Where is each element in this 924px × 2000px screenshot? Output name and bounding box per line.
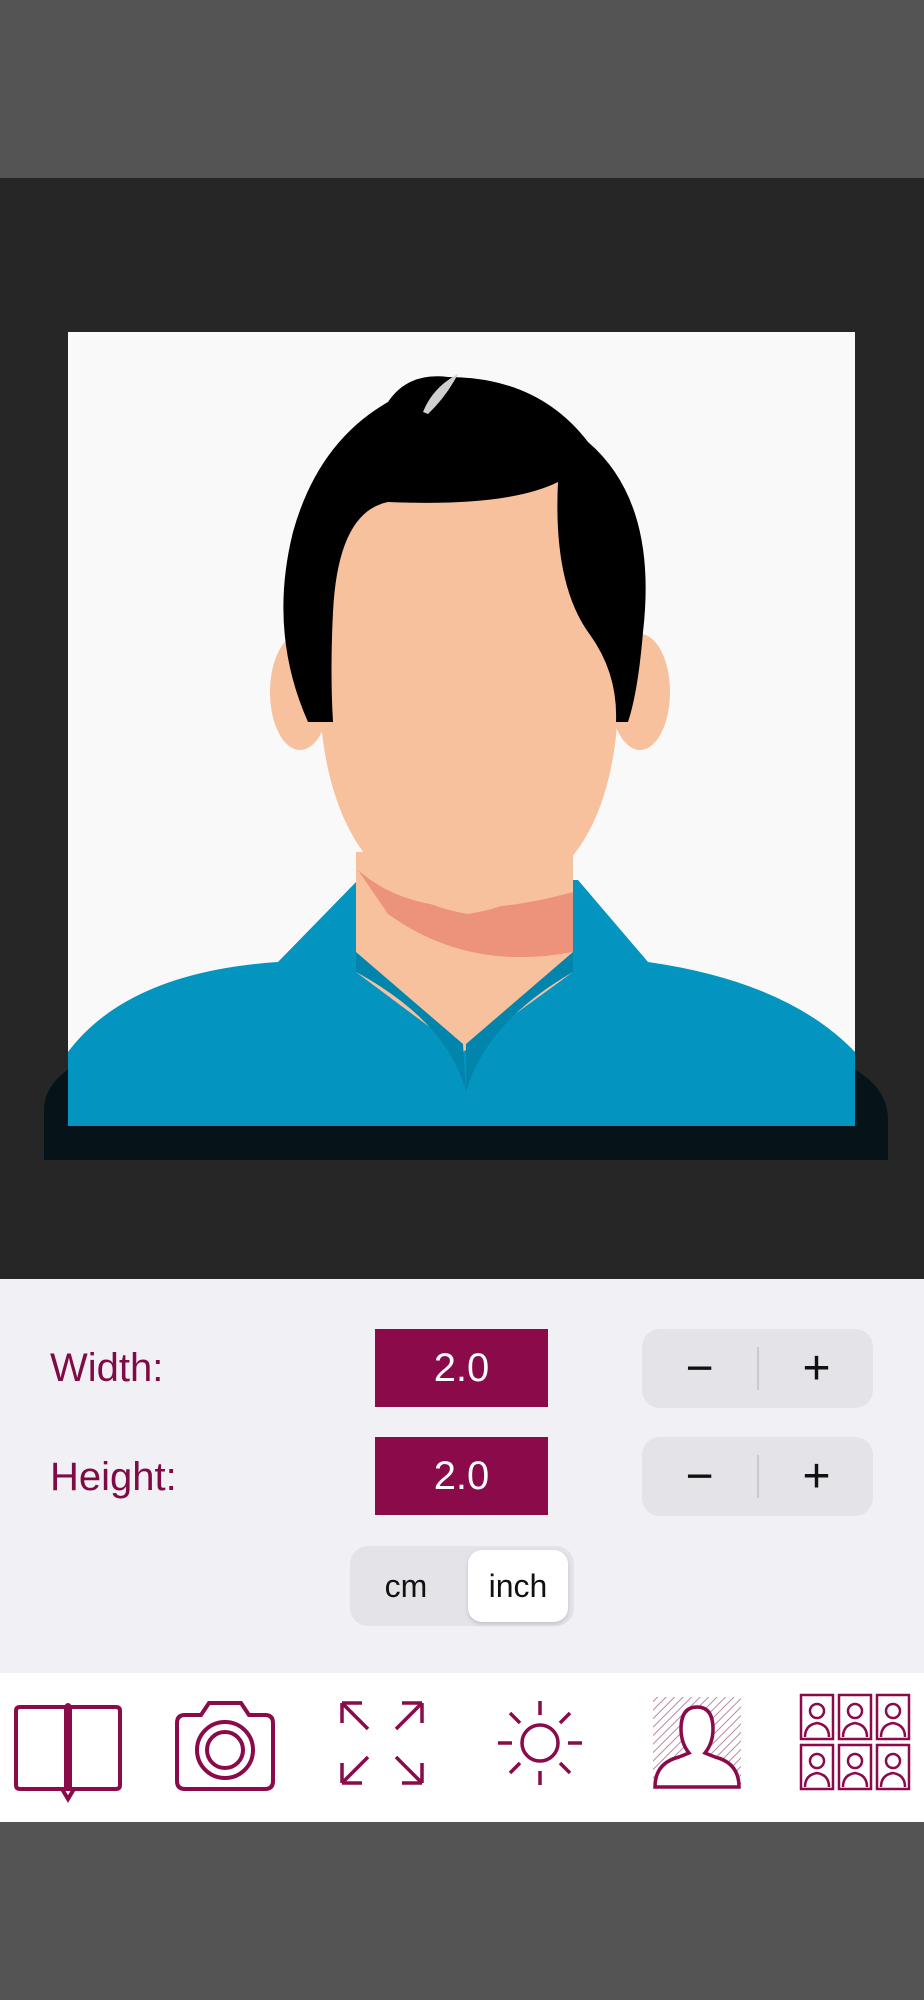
unit-option-inch[interactable]: inch bbox=[468, 1550, 568, 1622]
height-stepper: − + bbox=[642, 1437, 873, 1516]
passport-photo-preview[interactable] bbox=[68, 332, 855, 1126]
unit-option-cm[interactable]: cm bbox=[354, 1550, 458, 1622]
width-decrement-button[interactable]: − bbox=[642, 1329, 757, 1408]
brightness-icon[interactable] bbox=[480, 1683, 600, 1803]
width-increment-button[interactable]: + bbox=[759, 1329, 874, 1408]
resize-icon[interactable] bbox=[322, 1683, 442, 1803]
height-value[interactable]: 2.0 bbox=[375, 1437, 548, 1515]
book-icon[interactable] bbox=[8, 1683, 128, 1803]
height-decrement-button[interactable]: − bbox=[642, 1437, 757, 1516]
avatar-illustration bbox=[68, 374, 855, 1126]
height-label: Height: bbox=[50, 1455, 177, 1499]
width-value[interactable]: 2.0 bbox=[375, 1329, 548, 1407]
width-label: Width: bbox=[50, 1346, 164, 1390]
photo-grid-icon[interactable] bbox=[795, 1683, 915, 1803]
bottom-toolbar bbox=[0, 1673, 924, 1822]
camera-icon[interactable] bbox=[165, 1683, 285, 1803]
width-stepper: − + bbox=[642, 1329, 873, 1408]
height-increment-button[interactable]: + bbox=[759, 1437, 874, 1516]
unit-segmented-control: cm inch bbox=[350, 1546, 574, 1626]
person-background-icon[interactable] bbox=[637, 1683, 757, 1803]
